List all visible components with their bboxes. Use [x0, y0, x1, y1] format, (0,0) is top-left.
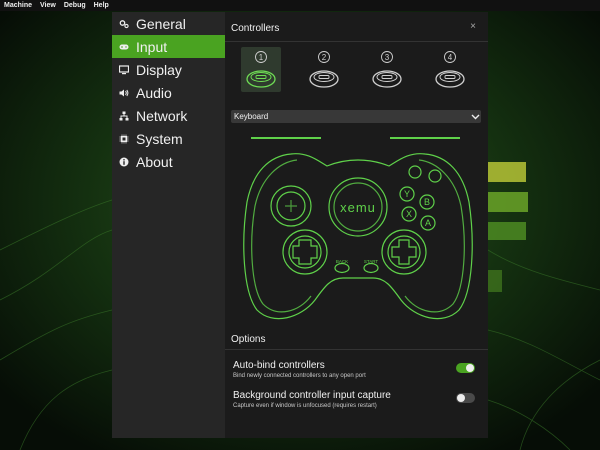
x-label: X [406, 209, 412, 219]
sidebar-item-display[interactable]: Display [112, 58, 225, 81]
network-icon [119, 111, 129, 121]
gears-icon [119, 19, 129, 29]
start-button [363, 262, 379, 274]
menu-debug[interactable]: Debug [60, 0, 90, 11]
back-label: BACK [336, 259, 348, 264]
settings-sidebar: General Input Display Audio Network Syst… [112, 12, 225, 438]
b-label: B [424, 197, 430, 207]
selected-device: Keyboard [234, 112, 269, 121]
info-icon [119, 157, 129, 167]
port-1-button[interactable]: 1 [241, 47, 281, 92]
sidebar-item-label: Audio [136, 84, 172, 101]
background-capture-toggle[interactable] [456, 393, 475, 403]
right-trigger-bar [390, 137, 460, 139]
sidebar-item-label: Display [136, 61, 182, 78]
a-label: A [425, 218, 431, 228]
dpad [282, 229, 328, 275]
toggle-knob [466, 364, 474, 372]
chip-icon [119, 134, 129, 144]
panel-title: Controllers [231, 23, 280, 34]
black-button [428, 169, 442, 183]
close-button[interactable]: × [470, 21, 476, 32]
sidebar-item-input[interactable]: Input [112, 35, 225, 58]
monitor-icon [119, 64, 129, 75]
right-stick [381, 229, 427, 275]
option-label: Background controller input capture [233, 390, 391, 401]
chevron-down-icon [469, 111, 481, 123]
sidebar-item-audio[interactable]: Audio [112, 81, 225, 104]
sidebar-item-label: General [136, 15, 186, 32]
options-heading: Options [231, 334, 266, 345]
xemu-logo-text: xemu [340, 200, 376, 215]
back-button [334, 262, 350, 274]
option-description: Bind newly connected controllers to any … [233, 373, 366, 379]
option-description: Capture even if window is unfocused (req… [233, 403, 377, 409]
start-label: START [364, 259, 379, 264]
option-label: Auto-bind controllers [233, 360, 325, 371]
sidebar-item-label: About [136, 153, 173, 170]
sidebar-item-system[interactable]: System [112, 127, 225, 150]
y-label: Y [404, 189, 410, 199]
toggle-knob [457, 394, 465, 402]
sidebar-item-about[interactable]: About [112, 150, 225, 173]
option-auto-bind: Auto-bind controllers Bind newly connect… [233, 360, 483, 379]
port-3-button[interactable]: 3 [367, 47, 407, 92]
white-button [408, 165, 422, 179]
port-number: 1 [259, 53, 264, 62]
input-settings-panel: Controllers × 1 2 3 4 Keyboard xemu Y B … [225, 12, 488, 438]
left-trigger-bar [251, 137, 321, 139]
sidebar-item-general[interactable]: General [112, 12, 225, 35]
option-background-capture: Background controller input capture Capt… [233, 390, 483, 409]
controller-ports: 1 2 3 4 [240, 47, 480, 105]
port-number: 4 [448, 53, 453, 62]
auto-bind-toggle[interactable] [456, 363, 475, 373]
menu-machine[interactable]: Machine [0, 0, 36, 11]
divider [225, 349, 488, 350]
sidebar-item-label: Input [136, 38, 168, 55]
port-4-button[interactable]: 4 [430, 47, 470, 92]
gamepad-icon [119, 42, 129, 52]
divider [225, 41, 488, 42]
port-2-button[interactable]: 2 [304, 47, 344, 92]
menu-bar: Machine View Debug Help [0, 0, 600, 11]
port-number: 3 [385, 53, 390, 62]
menu-view[interactable]: View [36, 0, 60, 11]
sidebar-item-label: System [136, 130, 183, 147]
input-device-select[interactable]: Keyboard [231, 110, 481, 123]
speaker-icon [119, 88, 129, 98]
port-number: 2 [322, 53, 327, 62]
sidebar-item-label: Network [136, 107, 188, 124]
sidebar-item-network[interactable]: Network [112, 104, 225, 127]
menu-help[interactable]: Help [90, 0, 113, 11]
controller-diagram: xemu Y B X A BACK START [243, 137, 473, 320]
